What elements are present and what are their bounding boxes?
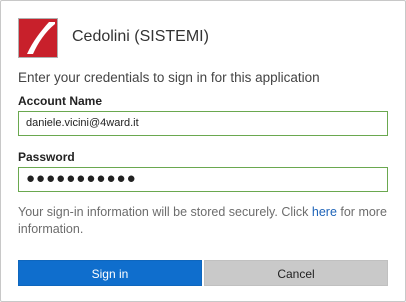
secure-storage-info: Your sign-in information will be stored …	[18, 204, 393, 238]
app-title: Cedolini (SISTEMI)	[72, 28, 209, 45]
app-logo-icon	[18, 18, 58, 58]
info-text-prefix: Your sign-in information will be stored …	[18, 205, 312, 219]
password-input[interactable]: ●●●●●●●●●●●	[18, 167, 388, 192]
cancel-button[interactable]: Cancel	[204, 260, 388, 286]
signin-instructions: Enter your credentials to sign in for th…	[18, 70, 320, 85]
account-name-label: Account Name	[18, 94, 103, 108]
more-info-link[interactable]: here	[312, 205, 337, 219]
account-name-input[interactable]: daniele.vicini@4ward.it	[18, 111, 388, 136]
password-label: Password	[18, 150, 75, 164]
sign-in-button[interactable]: Sign in	[18, 260, 202, 286]
